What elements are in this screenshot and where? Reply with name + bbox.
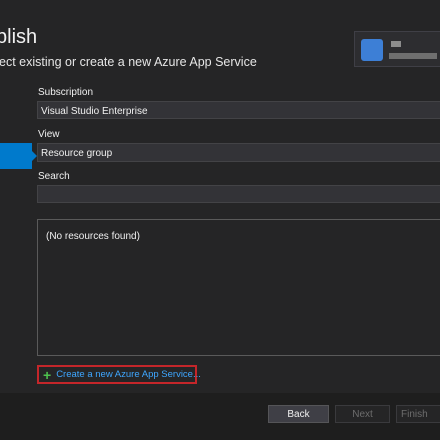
next-button[interactable]: Next [335, 405, 390, 423]
selected-step-indicator [0, 143, 37, 169]
create-app-service-link[interactable]: + Create a new Azure App Service... [37, 365, 201, 384]
view-select[interactable]: Resource group [37, 143, 440, 162]
account-email-redacted [389, 53, 437, 59]
search-label: Search [38, 171, 70, 182]
page-title: blish [0, 26, 38, 48]
create-app-service-label: Create a new Azure App Service... [56, 369, 201, 380]
back-button[interactable]: Back [268, 405, 329, 423]
avatar [361, 39, 383, 61]
plus-icon: + [43, 366, 52, 383]
footer-bar: Back Next Finish [0, 393, 440, 440]
account-name-redacted [391, 41, 401, 47]
subscription-label: Subscription [38, 87, 94, 98]
resource-list[interactable]: (No resources found) [37, 219, 440, 356]
account-picker[interactable] [354, 31, 440, 67]
subscription-select[interactable]: Visual Studio Enterprise [37, 101, 440, 119]
empty-state-text: (No resources found) [46, 231, 140, 242]
search-field[interactable] [37, 185, 440, 203]
view-label: View [38, 129, 60, 140]
page-subtitle: ect existing or create a new Azure App S… [0, 55, 257, 69]
finish-button[interactable]: Finish [396, 405, 440, 423]
search-input[interactable] [41, 190, 440, 201]
